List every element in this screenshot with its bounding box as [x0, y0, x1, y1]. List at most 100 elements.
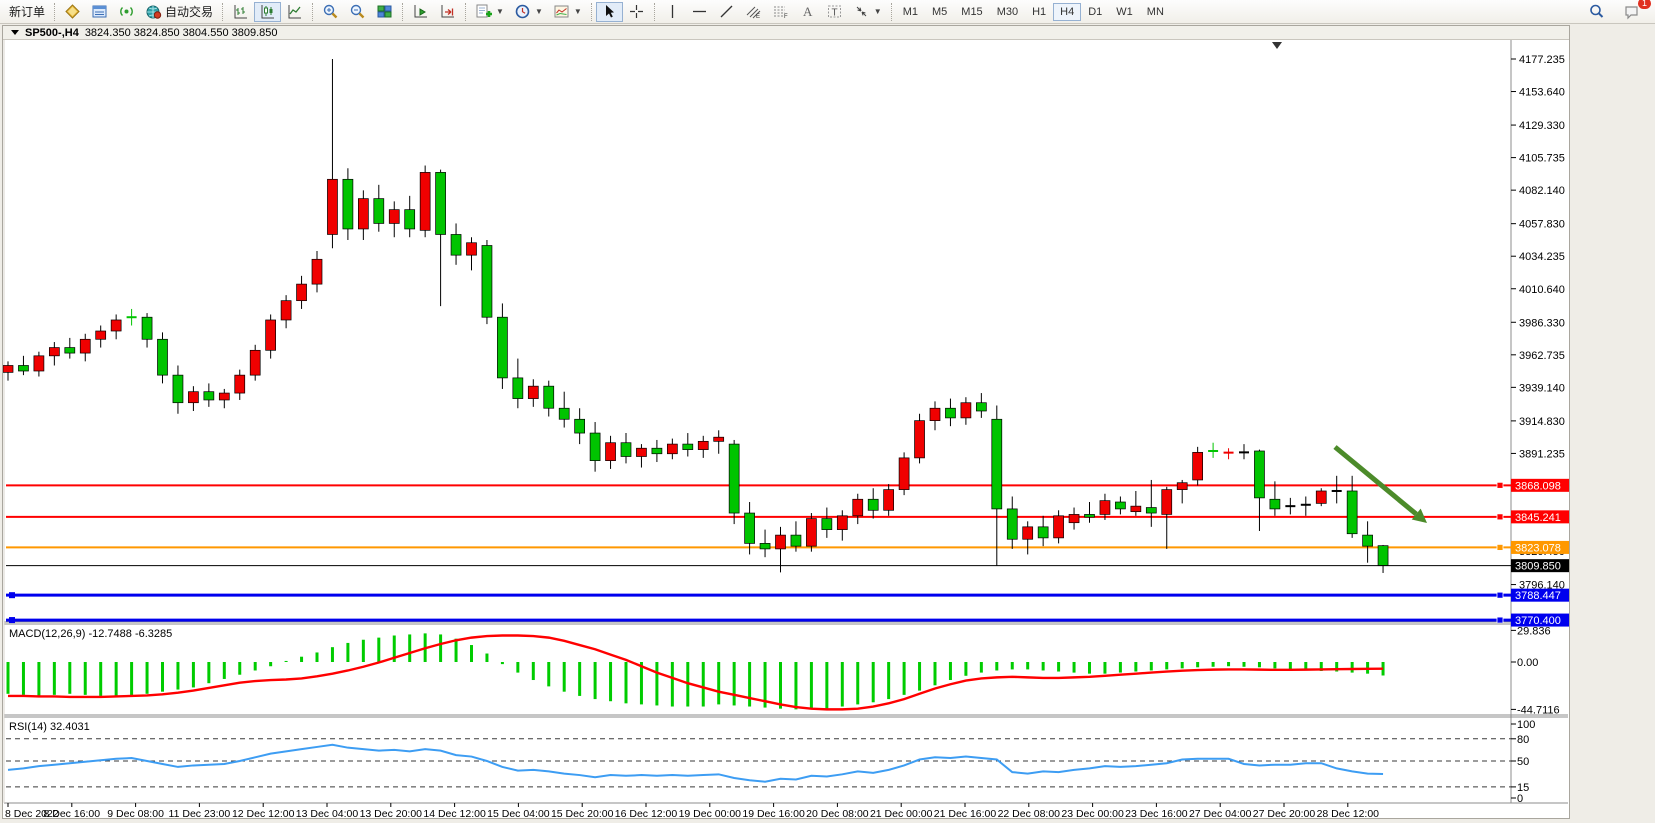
horizontal-lines[interactable]	[6, 482, 1511, 623]
time-axis[interactable]: 8 Dec 20228 Dec 16:009 Dec 08:0011 Dec 2…	[5, 803, 1379, 819]
tf-m1-button[interactable]: M1	[896, 3, 925, 21]
svg-text:8 Dec 16:00: 8 Dec 16:00	[43, 808, 100, 819]
pane-borders	[4, 40, 1568, 803]
main-toolbar: 新订单 自动交易	[0, 0, 1655, 24]
svg-text:4010.640: 4010.640	[1519, 284, 1565, 296]
svg-text:3770.400: 3770.400	[1515, 615, 1561, 627]
tf-m5-button[interactable]: M5	[925, 3, 954, 21]
text-tool[interactable]: A	[794, 2, 821, 22]
price-axis-labels: 3868.0983845.2413823.0783788.4473770.400…	[1511, 479, 1569, 627]
cursor-tool-button[interactable]	[596, 2, 623, 22]
svg-text:3788.447: 3788.447	[1515, 590, 1561, 602]
svg-text:27 Dec 04:00: 27 Dec 04:00	[1189, 808, 1252, 819]
tf-h1-button[interactable]: H1	[1025, 3, 1053, 21]
svg-text:3868.098: 3868.098	[1515, 480, 1561, 492]
price-axis[interactable]: 3844.0453820.4504177.2354153.6404129.330…	[1511, 54, 1565, 805]
toolbar-separator	[312, 3, 313, 21]
auto-scroll-button[interactable]	[407, 2, 434, 22]
svg-text:MACD(12,26,9) -12.7488 -6.3285: MACD(12,26,9) -12.7488 -6.3285	[9, 628, 172, 640]
candlestick-chart-button[interactable]	[254, 2, 281, 22]
auto-scroll-icon	[412, 3, 429, 20]
svg-text:0: 0	[1517, 793, 1523, 805]
text-label-tool[interactable]: T	[821, 2, 848, 22]
line-chart-button[interactable]	[281, 2, 308, 22]
search-button[interactable]	[1583, 2, 1610, 22]
tf-m15-button[interactable]: M15	[954, 3, 989, 21]
trendline-icon	[718, 3, 735, 20]
svg-text:15 Dec 20:00: 15 Dec 20:00	[551, 808, 614, 819]
svg-text:21 Dec 00:00: 21 Dec 00:00	[870, 808, 933, 819]
symbol-period-label: SP500-,H4	[25, 27, 79, 39]
tf-w1-button[interactable]: W1	[1109, 3, 1140, 21]
svg-text:F: F	[784, 14, 788, 20]
tf-mn-button[interactable]: MN	[1140, 3, 1171, 21]
svg-text:3823.078: 3823.078	[1515, 542, 1561, 554]
auto-trading-label: 自动交易	[165, 3, 213, 20]
toolbar-separator	[654, 3, 655, 21]
horizontal-line-tool[interactable]	[686, 2, 713, 22]
svg-text:100: 100	[1517, 719, 1535, 731]
tf-d1-button[interactable]: D1	[1081, 3, 1109, 21]
toolbar-separator	[465, 3, 466, 21]
terminal-window-icon	[91, 3, 108, 20]
chart-shift-button[interactable]	[434, 2, 461, 22]
indicators-button[interactable]: ▼	[470, 2, 509, 22]
auto-trading-button[interactable]: 自动交易	[140, 2, 218, 22]
chart-window-titlebar[interactable]: SP500-,H4 3824.350 3824.850 3804.550 380…	[3, 26, 1569, 40]
candlestick-chart-icon	[259, 3, 276, 20]
new-order-button[interactable]: 新订单	[4, 2, 50, 22]
svg-text:4082.140: 4082.140	[1519, 185, 1565, 197]
chevron-down-icon: ▼	[535, 7, 543, 16]
periods-button[interactable]: ▼	[509, 2, 548, 22]
text-label-icon: T	[826, 3, 843, 20]
templates-icon	[553, 3, 570, 20]
zoom-in-icon	[322, 3, 339, 20]
svg-text:29.836: 29.836	[1517, 625, 1551, 637]
svg-text:3891.235: 3891.235	[1519, 448, 1565, 460]
equidistant-channel-tool[interactable]: E	[740, 2, 767, 22]
chart-area[interactable]: 3844.0453820.4504177.2354153.6404129.330…	[3, 40, 1569, 819]
tf-m30-button[interactable]: M30	[990, 3, 1025, 21]
svg-text:3986.330: 3986.330	[1519, 317, 1565, 329]
crosshair-tool-button[interactable]	[623, 2, 650, 22]
svg-text:0.00: 0.00	[1517, 657, 1538, 669]
arrows-tool[interactable]: ▼	[848, 2, 887, 22]
zoom-in-button[interactable]	[317, 2, 344, 22]
terminal-window-button[interactable]	[86, 2, 113, 22]
vertical-line-tool[interactable]	[659, 2, 686, 22]
indicators-add-icon	[475, 3, 492, 20]
svg-text:T: T	[831, 8, 837, 19]
tile-windows-button[interactable]	[371, 2, 398, 22]
svg-text:4034.235: 4034.235	[1519, 251, 1565, 263]
tf-h4-button[interactable]: H4	[1053, 3, 1081, 21]
search-icon	[1588, 3, 1605, 20]
tile-windows-icon	[376, 3, 393, 20]
cursor-icon	[601, 3, 618, 20]
window-caret-icon[interactable]	[11, 30, 19, 35]
candlestick-series	[3, 59, 1388, 573]
svg-text:23 Dec 16:00: 23 Dec 16:00	[1125, 808, 1188, 819]
svg-text:3962.735: 3962.735	[1519, 350, 1565, 362]
svg-text:50: 50	[1517, 756, 1529, 768]
signal-button[interactable]	[113, 2, 140, 22]
new-order-label: 新订单	[9, 3, 45, 20]
chart-shift-marker[interactable]	[1272, 42, 1282, 49]
svg-text:11 Dec 23:00: 11 Dec 23:00	[169, 808, 231, 819]
signal-icon	[118, 3, 135, 20]
templates-button[interactable]: ▼	[548, 2, 587, 22]
chart-shift-icon	[439, 3, 456, 20]
notifications-button[interactable]: 1	[1618, 2, 1645, 22]
chevron-down-icon: ▼	[874, 7, 882, 16]
rsi-pane: RSI(14) 32.4031	[8, 721, 1383, 782]
toolbar-separator	[402, 3, 403, 21]
chevron-down-icon: ▼	[496, 7, 504, 16]
bar-chart-button[interactable]	[227, 2, 254, 22]
fibonacci-tool[interactable]: F	[767, 2, 794, 22]
trendline-tool[interactable]	[713, 2, 740, 22]
zoom-out-button[interactable]	[344, 2, 371, 22]
zoom-out-icon	[349, 3, 366, 20]
svg-text:4153.640: 4153.640	[1519, 87, 1565, 99]
chart-window[interactable]: SP500-,H4 3824.350 3824.850 3804.550 380…	[2, 25, 1570, 819]
svg-text:9 Dec 08:00: 9 Dec 08:00	[107, 808, 164, 819]
yellow-diamond-button[interactable]	[59, 2, 86, 22]
